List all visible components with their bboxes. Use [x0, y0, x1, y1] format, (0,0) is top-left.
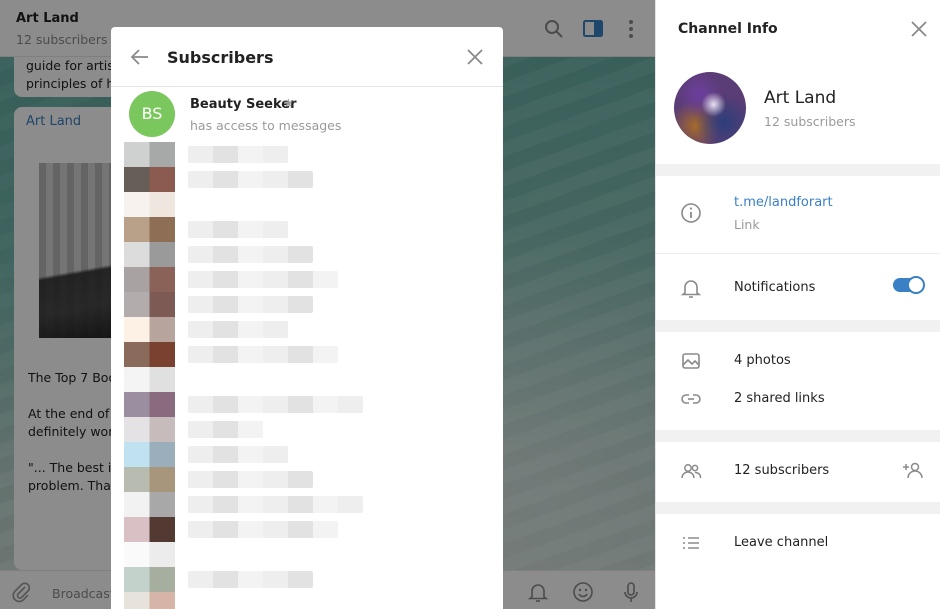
- modal-title: Subscribers: [167, 48, 274, 67]
- subscribers-modal: Subscribers BS Beauty Seeker ★ has acces…: [111, 27, 503, 609]
- notifications-toggle[interactable]: [893, 276, 925, 294]
- subscriber-name-blurred: [188, 396, 363, 413]
- subscriber-list-blurred: [111, 142, 503, 609]
- subscriber-name-blurred: [188, 446, 288, 463]
- avatar: [124, 267, 175, 292]
- channel-link[interactable]: t.me/landforart: [734, 195, 833, 210]
- subscriber-name-blurred: [188, 421, 263, 438]
- avatar: BS: [129, 91, 175, 137]
- list-item[interactable]: [124, 492, 484, 517]
- close-icon[interactable]: [909, 19, 929, 39]
- list-item[interactable]: [124, 567, 484, 592]
- list-item[interactable]: [124, 317, 484, 342]
- avatar: [124, 167, 175, 192]
- avatar: [124, 367, 175, 392]
- list-icon: [683, 537, 699, 549]
- avatar: [124, 317, 175, 342]
- list-item[interactable]: [124, 367, 484, 392]
- list-item[interactable]: [124, 592, 484, 609]
- info-icon: [681, 203, 701, 223]
- subscriber-name-blurred: [188, 146, 288, 163]
- list-item[interactable]: [124, 192, 484, 217]
- avatar: [124, 492, 175, 517]
- channel-name: Art Land: [764, 88, 837, 108]
- list-item[interactable]: [124, 342, 484, 367]
- channel-info-header: Channel Info Art Land 12 subscribers: [656, 0, 940, 164]
- photo-icon: [682, 353, 700, 369]
- shared-media-section: 4 photos 2 shared links: [656, 332, 940, 430]
- avatar: [124, 517, 175, 542]
- divider: [656, 253, 940, 254]
- list-item[interactable]: [124, 292, 484, 317]
- list-item[interactable]: [124, 517, 484, 542]
- avatar: [124, 567, 175, 592]
- avatar: [124, 467, 175, 492]
- subscriber-name-blurred: [188, 471, 313, 488]
- notifications-label: Notifications: [734, 280, 816, 295]
- list-item[interactable]: [124, 417, 484, 442]
- list-item[interactable]: [124, 142, 484, 167]
- leave-section: Leave channel: [656, 514, 940, 609]
- panel-title: Channel Info: [678, 21, 778, 37]
- channel-details-section: t.me/landforart Link Notifications: [656, 176, 940, 320]
- list-item[interactable]: [124, 242, 484, 267]
- channel-link-label: Link: [734, 217, 760, 232]
- avatar: [124, 442, 175, 467]
- list-item[interactable]: [124, 467, 484, 492]
- subscribers-link[interactable]: 12 subscribers: [734, 463, 829, 478]
- list-item[interactable]: [124, 217, 484, 242]
- subscriber-name-blurred: [188, 496, 363, 513]
- avatar: [124, 342, 175, 367]
- subscriber-name: Beauty Seeker: [190, 97, 297, 112]
- subscriber-name-blurred: [188, 171, 313, 188]
- avatar: [124, 142, 175, 167]
- list-item[interactable]: [124, 392, 484, 417]
- photos-link[interactable]: 4 photos: [734, 353, 791, 368]
- toggle-knob: [907, 276, 925, 294]
- channel-subscriber-count: 12 subscribers: [764, 114, 856, 129]
- subscriber-name-blurred: [188, 521, 338, 538]
- shared-links-link[interactable]: 2 shared links: [734, 391, 825, 406]
- subscriber-name-blurred: [188, 271, 338, 288]
- list-item[interactable]: [124, 442, 484, 467]
- bell-icon: [680, 280, 702, 298]
- avatar: [124, 292, 175, 317]
- leave-channel-button[interactable]: Leave channel: [734, 535, 828, 550]
- close-icon[interactable]: [465, 47, 485, 67]
- channel-avatar[interactable]: [674, 72, 746, 144]
- arrow-left-icon[interactable]: [129, 46, 151, 68]
- list-item[interactable]: [124, 267, 484, 292]
- avatar: [124, 417, 175, 442]
- subscriber-name-blurred: [188, 221, 288, 238]
- avatar: [124, 192, 175, 217]
- star-icon: ★: [283, 96, 294, 110]
- subscriber-name-blurred: [188, 246, 313, 263]
- link-icon: [681, 394, 701, 404]
- subscriber-name-blurred: [188, 321, 288, 338]
- channel-info-panel: Channel Info Art Land 12 subscribers t.m…: [655, 0, 940, 609]
- avatar: [124, 242, 175, 267]
- avatar: [124, 592, 175, 609]
- list-item[interactable]: [124, 167, 484, 192]
- avatar: [124, 217, 175, 242]
- subscriber-name-blurred: [188, 296, 313, 313]
- subscriber-name-blurred: [188, 571, 313, 588]
- list-item[interactable]: [124, 542, 484, 567]
- people-icon: [681, 464, 702, 479]
- avatar: [124, 542, 175, 567]
- modal-header: Subscribers: [111, 27, 503, 87]
- subscribers-section[interactable]: 12 subscribers: [656, 442, 940, 502]
- subscriber-name-blurred: [188, 346, 338, 363]
- avatar: [124, 392, 175, 417]
- subscriber-item[interactable]: BS Beauty Seeker ★ has access to message…: [111, 89, 503, 141]
- subscriber-status: has access to messages: [190, 118, 342, 133]
- add-person-icon[interactable]: [902, 459, 924, 481]
